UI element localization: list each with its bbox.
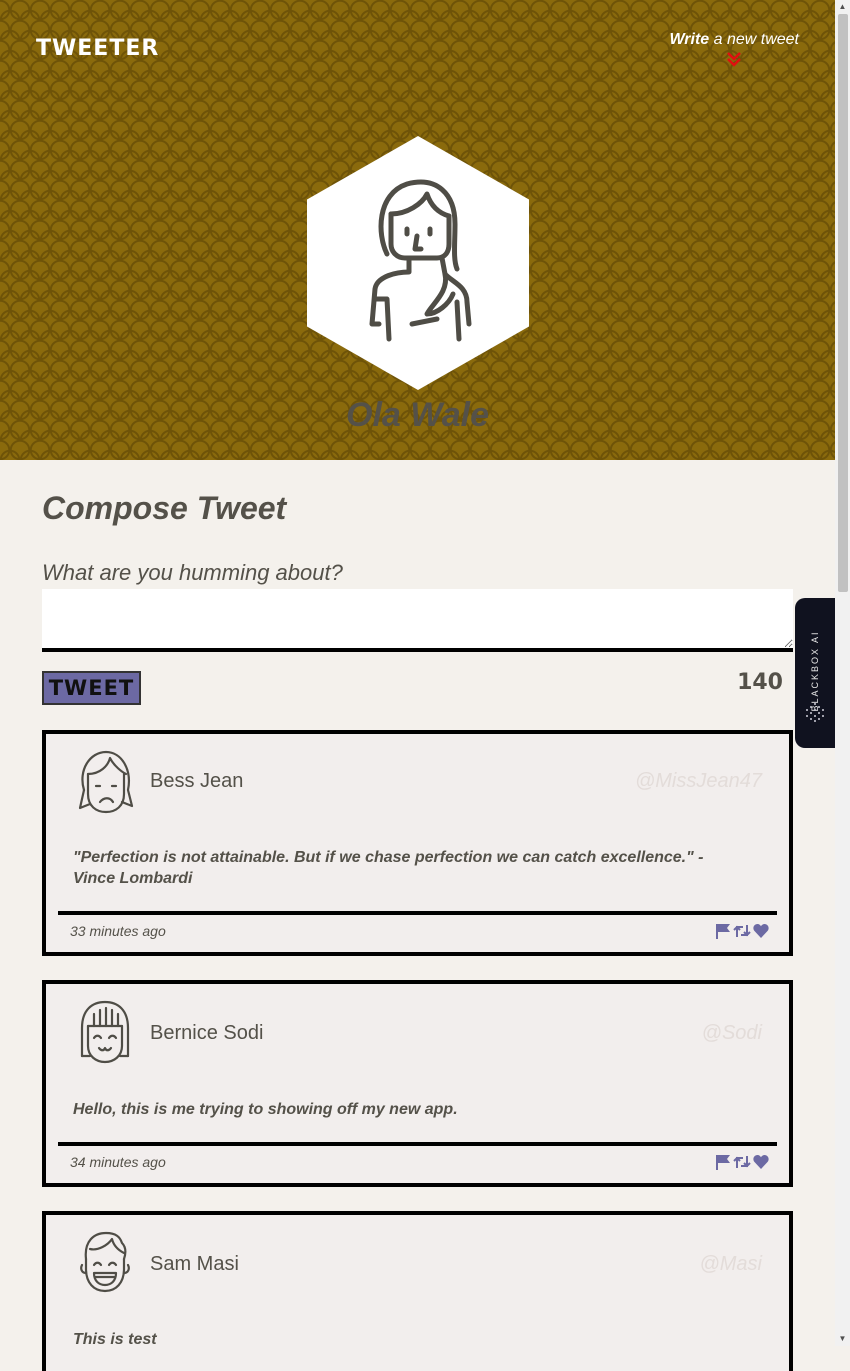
sad-girl-avatar-icon [76,750,134,821]
tweet-footer: 34 minutes ago [58,1142,777,1183]
tweet-author-name: Bernice Sodi [150,1022,264,1044]
flag-icon[interactable] [715,1154,731,1170]
laughing-boy-avatar-icon [76,1229,134,1300]
write-new-tweet-link[interactable]: Write a new tweet [669,31,799,70]
brand-logo[interactable]: TWEETER [36,36,159,61]
compose-label: What are you humming about? [42,560,343,585]
profile-name: Ola Wale [346,396,489,434]
tweet-time: 34 minutes ago [70,1154,166,1170]
compose-title: Compose Tweet [42,490,287,526]
retweet-icon[interactable] [733,1154,751,1170]
tweet-author-handle[interactable]: @Sodi [702,1022,762,1045]
heart-icon[interactable] [753,1154,769,1170]
scroll-up-arrow-icon[interactable]: ▲ [835,0,850,14]
write-label-rest: a new tweet [709,31,799,48]
tweet-actions [715,1154,769,1170]
tweet-text: Hello, this is me trying to showing off … [73,1101,458,1118]
tweet-time: 33 minutes ago [70,923,166,939]
tweet-actions [715,923,769,939]
tweet-author-handle[interactable]: @Masi [699,1253,762,1276]
scroll-down-arrow-icon[interactable]: ▼ [835,1332,850,1346]
tweet-button[interactable]: TWEET [42,671,141,705]
char-counter: 140 [737,670,783,695]
tweet-author-name: Sam Masi [150,1253,239,1275]
retweet-icon[interactable] [733,923,751,939]
tweet-text: "Perfection is not attainable. But if we… [73,849,704,887]
write-label-bold: Write [669,31,710,48]
tweet-card: Bernice Sodi @Sodi Hello, this is me try… [42,980,793,1187]
profile-header: TWEETER Write a new tweet Ola Wale [0,0,835,460]
profile-avatar [307,136,529,390]
tweet-card: Bess Jean @MissJean47 "Perfection is not… [42,730,793,956]
woman-avatar-icon [369,179,472,342]
happy-girl-avatar-icon [76,1000,134,1071]
flag-icon[interactable] [715,923,731,939]
tweet-author-handle[interactable]: @MissJean47 [635,770,762,793]
tweet-card: Sam Masi @Masi This is test [42,1211,793,1371]
tweet-footer: 33 minutes ago [58,911,777,952]
chevron-down-icon[interactable] [669,51,799,70]
dots-cube-icon [805,702,825,727]
heart-icon[interactable] [753,923,769,939]
tweet-text-input[interactable] [42,589,793,652]
scrollbar-thumb[interactable] [838,14,848,592]
blackbox-ai-tab[interactable]: BLACKBOX AI [795,598,835,748]
tweet-text: This is test [73,1331,157,1348]
tweet-author-name: Bess Jean [150,770,244,792]
